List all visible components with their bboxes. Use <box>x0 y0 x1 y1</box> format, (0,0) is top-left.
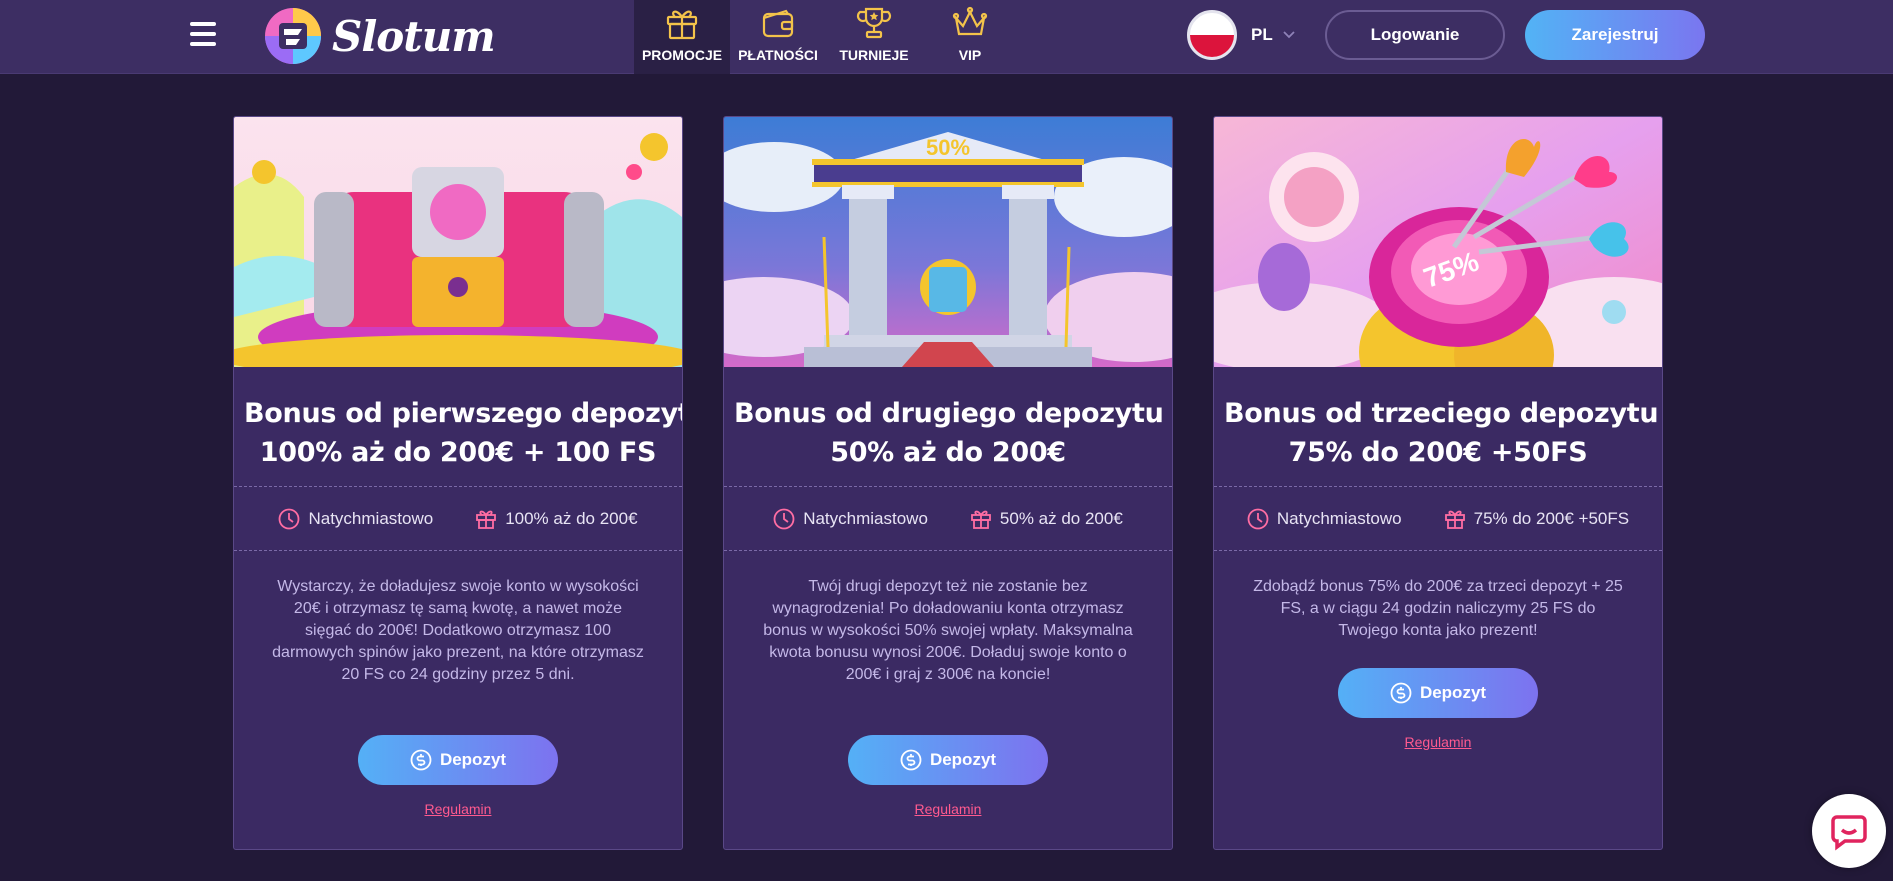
nav-item-payments[interactable]: PŁATNOŚCI <box>730 0 826 74</box>
nav-item-vip[interactable]: VIP <box>922 0 1018 74</box>
bonus-card-second-deposit: 50% Bonus od drugiego depozytu 50% aż do… <box>723 116 1173 850</box>
login-button[interactable]: Logowanie <box>1325 10 1505 60</box>
card-description: Zdobądź bonus 75% do 200€ za trzeci depo… <box>1253 578 1623 639</box>
card-meta: Natychmiastowo 50% aż do 200€ <box>724 486 1172 551</box>
temple-image: 50% <box>724 117 1172 367</box>
main-nav: PROMOCJE PŁATNOŚCI TURNIEJE VIP <box>634 0 1018 74</box>
logo-mark-icon <box>265 8 321 64</box>
deposit-button[interactable]: Depozyt <box>1338 668 1538 718</box>
terms-link[interactable]: Regulamin <box>724 801 1172 817</box>
gift-icon <box>666 10 698 40</box>
language-code: PL <box>1251 25 1273 44</box>
gift-icon <box>1444 510 1465 529</box>
card-description: Twój drugi depozyt też nie zostanie bez … <box>763 578 1133 683</box>
nav-item-promotions[interactable]: PROMOCJE <box>634 0 730 74</box>
temple-badge: 50% <box>926 135 970 160</box>
crown-icon <box>952 6 988 36</box>
card-meta: Natychmiastowo 75% do 200€ +50FS <box>1214 486 1662 551</box>
poland-flag-icon <box>1187 10 1237 60</box>
clock-icon <box>279 508 300 529</box>
meta-time: Natychmiastowo <box>278 508 433 530</box>
card-description: Wystarczy, że doładujesz swoje konto w w… <box>272 578 644 683</box>
meta-bonus: 75% do 200€ +50FS <box>1444 508 1629 530</box>
deposit-button[interactable]: Depozyt <box>358 735 558 785</box>
meta-bonus: 100% aż do 200€ <box>475 508 638 530</box>
nav-item-tournaments[interactable]: TURNIEJE <box>826 0 922 74</box>
meta-time: Natychmiastowo <box>1247 508 1402 530</box>
bonus-card-first-deposit: Bonus od pierwszego depozytu 100% aż do … <box>233 116 683 850</box>
wallet-icon <box>762 9 794 38</box>
gift-icon <box>476 510 497 529</box>
live-chat-button[interactable] <box>1812 794 1886 868</box>
terms-link[interactable]: Regulamin <box>1214 734 1662 750</box>
card-title: Bonus od drugiego depozytu 50% aż do 200… <box>734 398 1164 468</box>
gift-icon <box>971 510 991 529</box>
language-selector[interactable]: PL <box>1187 10 1295 60</box>
menu-icon[interactable] <box>190 22 216 48</box>
meta-time: Natychmiastowo <box>773 508 928 530</box>
chevron-down-icon <box>1283 31 1295 39</box>
bonus-card-third-deposit: 75% Bonus od trzeciego depozytu 75% do 2… <box>1213 116 1663 850</box>
card-title: Bonus od trzeciego depozytu 75% do 200€ … <box>1224 398 1659 468</box>
register-button[interactable]: Zarejestruj <box>1525 10 1705 60</box>
site-logo[interactable]: Slotum <box>262 5 496 67</box>
clock-icon <box>773 508 795 529</box>
logo-text: Slotum <box>332 11 496 61</box>
top-header: Slotum PROMOCJE PŁATNOŚCI TURNIEJE VIP P… <box>0 0 1893 74</box>
card-meta: Natychmiastowo 100% aż do 200€ <box>234 486 682 551</box>
trophy-icon <box>856 7 892 39</box>
target-darts-image: 75% <box>1214 117 1662 367</box>
terms-link[interactable]: Regulamin <box>234 801 682 817</box>
clock-icon <box>1247 508 1269 529</box>
dollar-coin-icon <box>410 749 432 771</box>
dollar-coin-icon <box>900 749 922 771</box>
dollar-coin-icon <box>1390 682 1412 704</box>
meta-bonus: 50% aż do 200€ <box>970 508 1123 530</box>
chat-bubble-icon <box>1831 815 1867 851</box>
card-title: Bonus od pierwszego depozytu 100% aż do … <box>244 398 683 468</box>
deposit-button[interactable]: Depozyt <box>848 735 1048 785</box>
treasure-chest-image <box>234 117 682 367</box>
